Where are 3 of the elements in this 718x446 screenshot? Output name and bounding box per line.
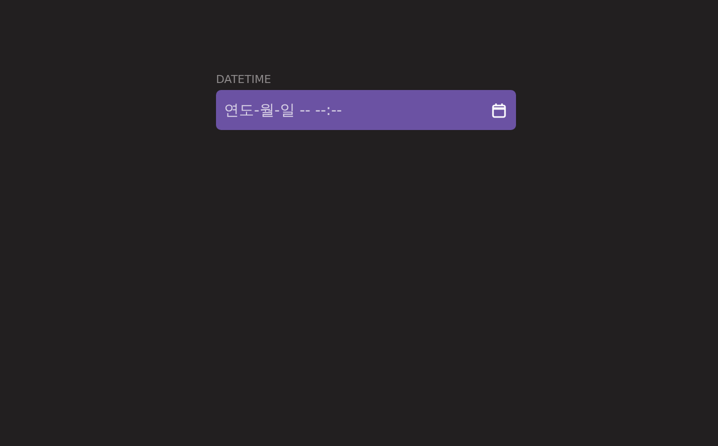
calendar-icon[interactable]: [492, 102, 506, 118]
field-label: DATETIME: [216, 73, 272, 87]
datetime-field[interactable]: 연도-월-일 -- --:--: [216, 90, 516, 130]
